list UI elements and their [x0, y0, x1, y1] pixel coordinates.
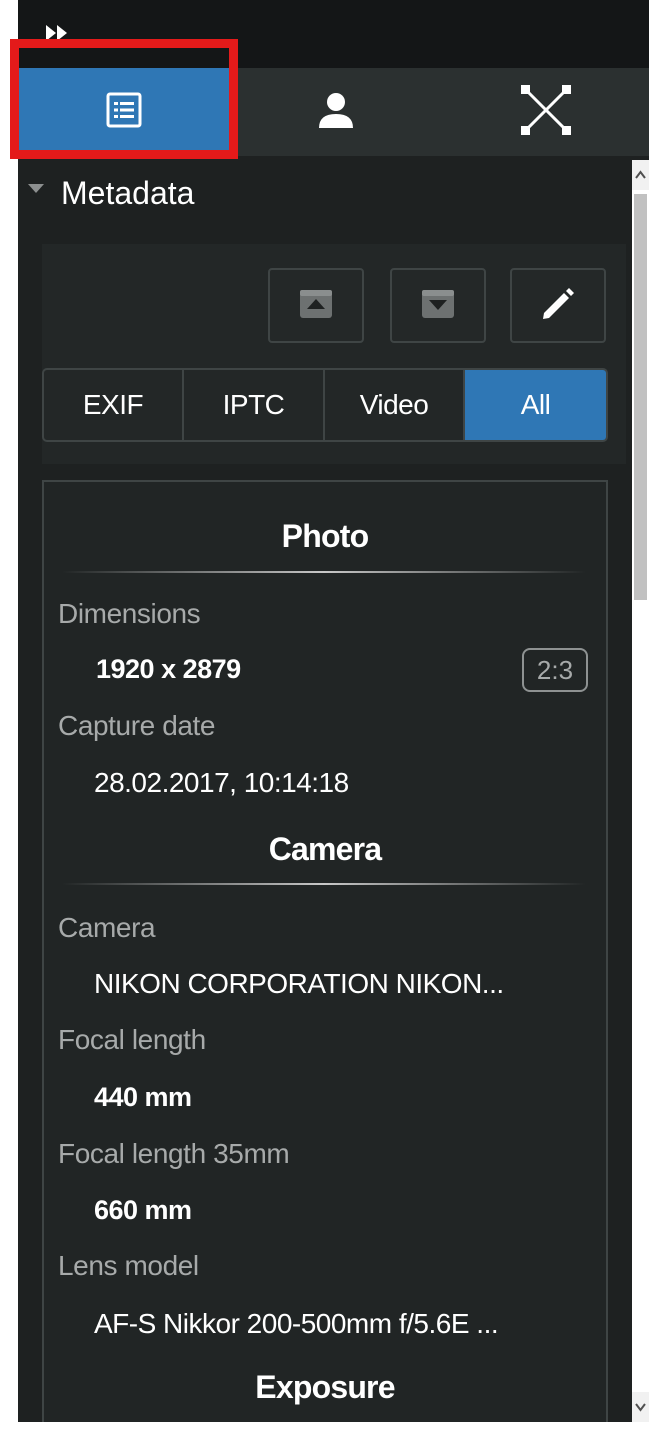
list-icon: [105, 91, 143, 134]
focal-length-value: 440 mm: [94, 1082, 192, 1112]
divider: [62, 571, 586, 573]
lens-model-label: Lens model: [58, 1250, 199, 1281]
vertical-scrollbar[interactable]: [632, 160, 649, 1422]
dimensions-value: 1920 x 2879: [96, 654, 241, 684]
edit-button[interactable]: [510, 268, 606, 343]
filter-tab-iptc[interactable]: IPTC: [184, 370, 325, 440]
scroll-down-icon[interactable]: [632, 1392, 649, 1422]
collapse-panel-icon[interactable]: [44, 22, 74, 46]
dimensions-label: Dimensions: [58, 598, 201, 629]
focal-length-35mm-label: Focal length 35mm: [58, 1138, 290, 1169]
scrollbar-thumb[interactable]: [634, 194, 647, 600]
caret-down-icon: [28, 184, 44, 193]
filter-tab-video[interactable]: Video: [325, 370, 465, 440]
top-bar: [18, 0, 649, 68]
aspect-ratio-badge: 2:3: [522, 648, 588, 692]
pencil-icon: [538, 283, 578, 328]
focal-length-label: Focal length: [58, 1024, 206, 1055]
section-title: Metadata: [61, 175, 195, 211]
export-button[interactable]: [390, 268, 486, 343]
focal-length-35mm-value: 660 mm: [94, 1195, 192, 1225]
upload-box-icon: [298, 286, 334, 325]
panel-tab-bar: [18, 68, 649, 156]
camera-label: Camera: [58, 912, 156, 943]
capture-date-label: Capture date: [58, 710, 216, 741]
filter-tab-exif[interactable]: EXIF: [44, 370, 184, 440]
photo-section-title: Photo: [281, 518, 369, 554]
metadata-panel: Metadata EXIF IPTC Video All Photo Dimen…: [18, 0, 649, 1422]
filter-tab-all[interactable]: All: [465, 370, 606, 440]
tab-layout[interactable]: [442, 68, 649, 156]
metadata-toolbar: EXIF IPTC Video All: [42, 244, 626, 464]
camera-value: NIKON CORPORATION NIKON...: [94, 968, 504, 999]
camera-section-title: Camera: [268, 831, 382, 867]
metadata-list: Photo Dimensions 1920 x 2879 2:3 Capture…: [42, 480, 608, 1422]
metadata-section-header[interactable]: Metadata: [18, 160, 630, 224]
download-box-icon: [420, 286, 456, 325]
person-icon: [316, 90, 356, 135]
scroll-up-icon[interactable]: [632, 160, 649, 190]
expand-arrows-icon: [519, 83, 573, 142]
divider: [62, 883, 586, 885]
tab-people[interactable]: [230, 68, 442, 156]
app-root: Metadata EXIF IPTC Video All Photo Dimen…: [0, 0, 649, 1441]
metadata-filter-tabs: EXIF IPTC Video All: [42, 368, 608, 442]
tab-metadata[interactable]: [18, 68, 230, 156]
import-button[interactable]: [268, 268, 364, 343]
exposure-section-title: Exposure: [255, 1369, 395, 1405]
lens-model-value: AF-S Nikkor 200-500mm f/5.6E ...: [94, 1308, 499, 1339]
bottom-edge: [18, 1422, 649, 1441]
capture-date-value: 28.02.2017, 10:14:18: [94, 767, 349, 798]
